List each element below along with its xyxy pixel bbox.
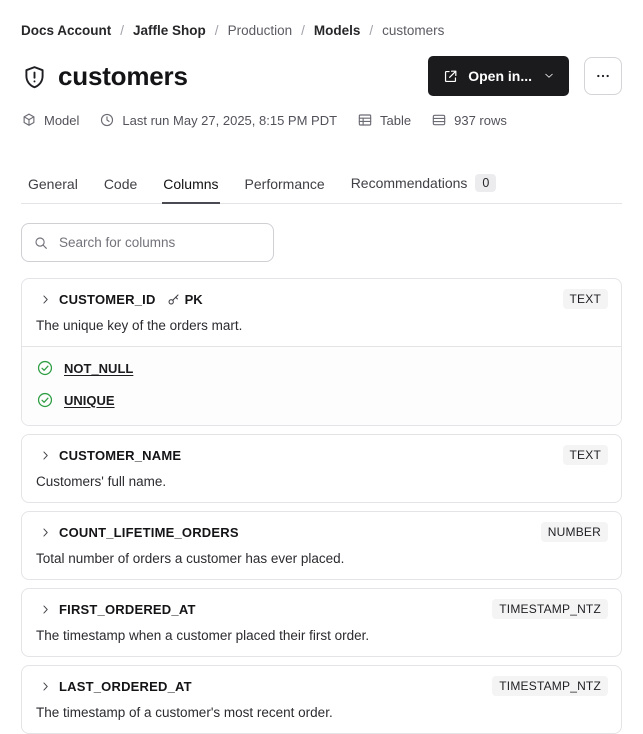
column-type-badge: TEXT [562, 289, 608, 309]
chevron-down-icon [543, 70, 555, 82]
meta-label: Table [380, 112, 412, 128]
chevron-right-icon[interactable] [39, 449, 52, 462]
breadcrumb-separator: / [301, 23, 305, 38]
breadcrumb-item-customers[interactable]: customers [382, 23, 444, 38]
column-header[interactable]: LAST_ORDERED_AT TIMESTAMP_NTZ [35, 676, 608, 696]
ellipsis-icon [595, 68, 611, 84]
column-description: Total number of orders a customer has ev… [36, 551, 345, 566]
database-icon [431, 112, 447, 128]
column-card-main: FIRST_ORDERED_AT TIMESTAMP_NTZ The times… [22, 589, 621, 656]
cube-icon [21, 112, 37, 128]
column-description: The timestamp of a customer's most recen… [36, 705, 333, 720]
chevron-right-icon[interactable] [39, 526, 52, 539]
column-type-badge: TIMESTAMP_NTZ [492, 676, 608, 696]
tab-label: Columns [163, 176, 219, 192]
meta-item: Model [21, 112, 79, 128]
column-name: CUSTOMER_ID [59, 291, 156, 307]
breadcrumb: Docs Account / Jaffle Shop / Production / Mode… [21, 23, 622, 38]
test-row: UNIQUE [36, 391, 607, 409]
column-name: LAST_ORDERED_AT [59, 678, 192, 694]
breadcrumb-separator: / [369, 23, 374, 38]
tab-code[interactable]: Code [103, 176, 138, 204]
external-link-icon [442, 68, 459, 85]
more-options-button[interactable] [584, 57, 622, 95]
search-box[interactable] [21, 223, 274, 262]
tab-general[interactable]: General [27, 176, 79, 204]
column-type-badge: NUMBER [540, 522, 608, 542]
column-name: FIRST_ORDERED_AT [59, 601, 196, 617]
page-header: customers Open in... [21, 56, 622, 96]
check-circle-icon [36, 391, 54, 409]
columns-list: CUSTOMER_ID PK TEXT The unique key of th… [21, 278, 622, 734]
breadcrumb-item-docs-account[interactable]: Docs Account [21, 23, 111, 38]
tab-bar: General Code Columns Performance Recommendat… [21, 174, 622, 204]
column-card: CUSTOMER_NAME TEXT Customers' full name. [21, 434, 622, 503]
metadata-row: Model Last run May 27, 2025, 8:15 PM PDT T… [21, 112, 622, 128]
tab-columns[interactable]: Columns [162, 176, 220, 204]
column-header[interactable]: COUNT_LIFETIME_ORDERS NUMBER [35, 522, 608, 542]
column-tests: NOT_NULL UNIQUE [22, 346, 621, 425]
breadcrumb-separator: / [120, 23, 125, 38]
check-circle-icon [36, 359, 54, 377]
meta-item: 937 rows [431, 112, 507, 128]
column-name: COUNT_LIFETIME_ORDERS [59, 524, 239, 540]
column-description: The timestamp when a customer placed the… [36, 628, 370, 643]
breadcrumb-item-production[interactable]: Production [228, 23, 293, 38]
breadcrumb-separator: / [214, 23, 219, 38]
meta-item: Table [357, 112, 411, 128]
tab-count-badge: 0 [475, 174, 497, 192]
clock-icon [99, 112, 115, 128]
meta-item: Last run May 27, 2025, 8:15 PM PDT [99, 112, 337, 128]
column-card: FIRST_ORDERED_AT TIMESTAMP_NTZ The times… [21, 588, 622, 657]
search-input[interactable] [59, 235, 262, 250]
chevron-right-icon[interactable] [39, 603, 52, 616]
meta-label: Last run May 27, 2025, 8:15 PM PDT [122, 112, 338, 128]
column-type-badge: TIMESTAMP_NTZ [492, 599, 608, 619]
column-card-main: COUNT_LIFETIME_ORDERS NUMBER Total numbe… [22, 512, 621, 579]
shield-alert-icon [21, 64, 48, 91]
column-description: Customers' full name. [36, 474, 167, 489]
column-card: COUNT_LIFETIME_ORDERS NUMBER Total numbe… [21, 511, 622, 580]
column-header[interactable]: FIRST_ORDERED_AT TIMESTAMP_NTZ [35, 599, 608, 619]
search-icon [33, 235, 49, 251]
tab-performance[interactable]: Performance [244, 176, 326, 204]
primary-key-indicator: PK [166, 292, 203, 307]
chevron-right-icon[interactable] [39, 680, 52, 693]
tab-recommendations[interactable]: Recommendations 0 [350, 174, 498, 204]
test-link-not_null[interactable]: NOT_NULL [64, 361, 133, 376]
column-card-main: CUSTOMER_ID PK TEXT The unique key of th… [22, 279, 621, 346]
column-header[interactable]: CUSTOMER_NAME TEXT [35, 445, 608, 465]
breadcrumb-item-models[interactable]: Models [314, 23, 361, 38]
page-title: customers [58, 60, 188, 91]
column-header[interactable]: CUSTOMER_ID PK TEXT [35, 289, 608, 309]
column-card-main: LAST_ORDERED_AT TIMESTAMP_NTZ The timest… [22, 666, 621, 733]
column-card: CUSTOMER_ID PK TEXT The unique key of th… [21, 278, 622, 426]
column-card: LAST_ORDERED_AT TIMESTAMP_NTZ The timest… [21, 665, 622, 734]
model-page: Docs Account / Jaffle Shop / Production / Mode… [0, 23, 643, 734]
column-description: The unique key of the orders mart. [36, 318, 243, 333]
meta-label: 937 rows [454, 112, 507, 128]
open-in-button[interactable]: Open in... [428, 56, 569, 96]
meta-label: Model [44, 112, 80, 128]
column-card-main: CUSTOMER_NAME TEXT Customers' full name. [22, 435, 621, 502]
column-name: CUSTOMER_NAME [59, 447, 182, 463]
open-in-label: Open in... [468, 68, 532, 84]
tab-label: Recommendations [350, 175, 468, 191]
tab-label: General [28, 176, 78, 192]
key-icon [166, 292, 181, 307]
column-type-badge: TEXT [562, 445, 608, 465]
test-row: NOT_NULL [36, 359, 607, 377]
breadcrumb-item-jaffle-shop[interactable]: Jaffle Shop [133, 23, 206, 38]
tab-label: Performance [244, 176, 325, 192]
chevron-right-icon[interactable] [39, 293, 52, 306]
pk-label: PK [184, 291, 203, 307]
table-icon [357, 112, 373, 128]
test-link-unique[interactable]: UNIQUE [64, 393, 115, 408]
tab-label: Code [103, 176, 138, 192]
